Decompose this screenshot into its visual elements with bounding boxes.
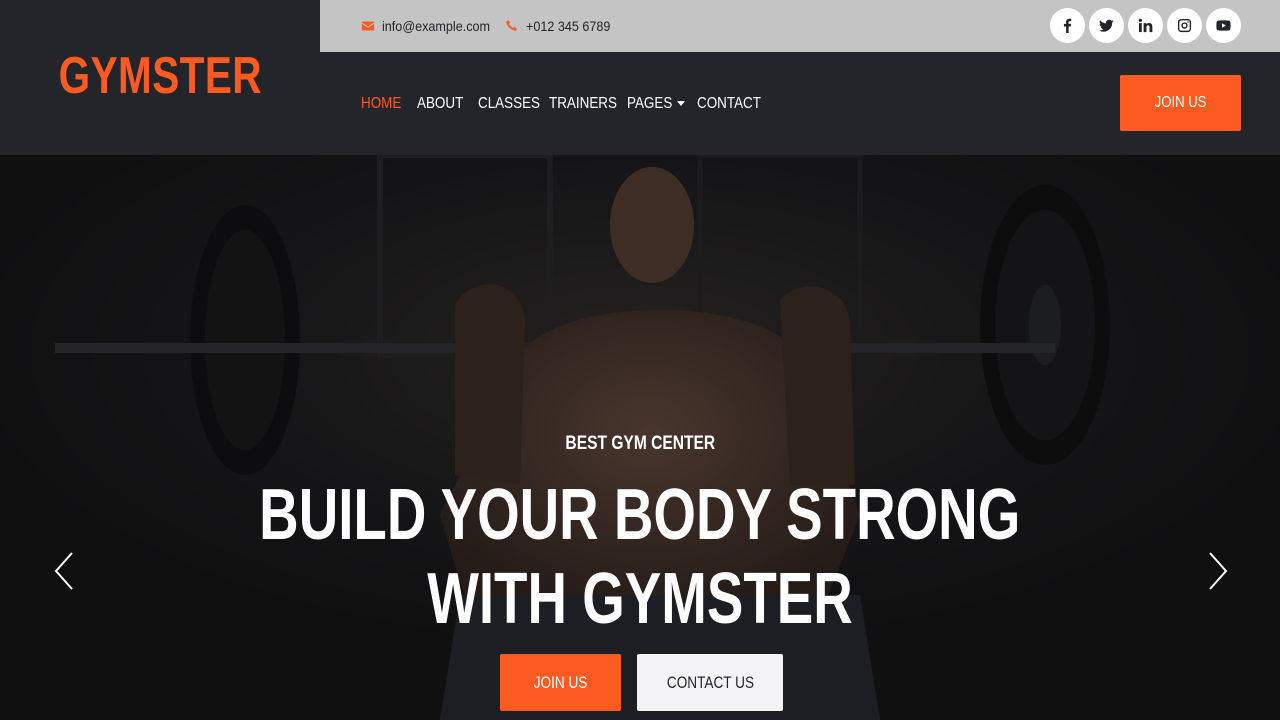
nav-pages-label: PAGES	[627, 94, 673, 112]
phone-text: +012 345 6789	[526, 18, 611, 34]
instagram-icon	[1177, 18, 1192, 33]
hero-title-line-1-text: BUILD YOUR BODY STRONG	[259, 475, 1021, 555]
main-navbar: HOME ABOUT CLASSES TRAINERS PAGES CONTAC…	[320, 52, 1280, 155]
envelope-icon	[361, 21, 375, 31]
topbar: info@example.com +012 345 6789	[320, 0, 1280, 52]
twitter-link[interactable]	[1089, 8, 1124, 43]
youtube-icon	[1216, 20, 1231, 31]
hero-title-line-2: WITH GYMSTER	[0, 557, 1280, 641]
nav-home-label: HOME	[361, 94, 402, 112]
hero-subtitle: BEST GYM CENTER	[0, 433, 1280, 455]
youtube-link[interactable]	[1206, 8, 1241, 43]
nav-home[interactable]: HOME	[361, 52, 409, 155]
caret-down-icon	[676, 101, 685, 106]
hero-join-us-button[interactable]: JOIN US	[500, 654, 621, 711]
hero-join-us-label: JOIN US	[533, 672, 588, 692]
social-links	[1050, 8, 1241, 43]
hero-contact-us-label: CONTACT US	[666, 672, 754, 692]
email-contact[interactable]: info@example.com	[361, 0, 502, 52]
nav-classes-label: CLASSES	[478, 94, 541, 112]
brand-panel: GYMSTER	[0, 0, 320, 155]
nav-about-label: ABOUT	[417, 94, 464, 112]
chevron-right-icon	[1209, 552, 1228, 590]
linkedin-icon	[1138, 18, 1153, 33]
brand-logo[interactable]: GYMSTER	[58, 46, 261, 106]
hero-title: BUILD YOUR BODY STRONG WITH GYMSTER	[0, 473, 1280, 641]
twitter-icon	[1099, 19, 1114, 32]
chevron-left-icon	[54, 552, 73, 590]
instagram-link[interactable]	[1167, 8, 1202, 43]
facebook-link[interactable]	[1050, 8, 1085, 43]
linkedin-link[interactable]	[1128, 8, 1163, 43]
nav-contact[interactable]: CONTACT	[697, 52, 773, 155]
hero-title-line-2-text: WITH GYMSTER	[427, 559, 853, 639]
facebook-icon	[1063, 18, 1072, 33]
join-us-button-label: JOIN US	[1154, 94, 1207, 111]
nav-trainers[interactable]: TRAINERS	[549, 52, 630, 155]
email-text: info@example.com	[382, 18, 491, 34]
hero-subtitle-text: BEST GYM CENTER	[565, 433, 715, 454]
page: GYMSTER info@example.com +012 345 6789 H…	[0, 0, 1280, 720]
carousel-next-button[interactable]	[1203, 547, 1233, 595]
nav-classes[interactable]: CLASSES	[478, 52, 552, 155]
hero-contact-us-button[interactable]: CONTACT US	[637, 654, 783, 711]
phone-icon	[506, 20, 517, 31]
phone-contact[interactable]: +012 345 6789	[505, 0, 620, 52]
carousel-prev-button[interactable]	[49, 547, 79, 595]
join-us-button[interactable]: JOIN US	[1120, 75, 1241, 131]
hero-carousel: BEST GYM CENTER BUILD YOUR BODY STRONG W…	[0, 155, 1280, 720]
nav-contact-label: CONTACT	[697, 94, 761, 112]
nav-pages-dropdown[interactable]: PAGES	[627, 52, 685, 155]
nav-trainers-label: TRAINERS	[549, 94, 617, 112]
nav-about[interactable]: ABOUT	[417, 52, 472, 155]
hero-title-line-1: BUILD YOUR BODY STRONG	[0, 473, 1280, 557]
